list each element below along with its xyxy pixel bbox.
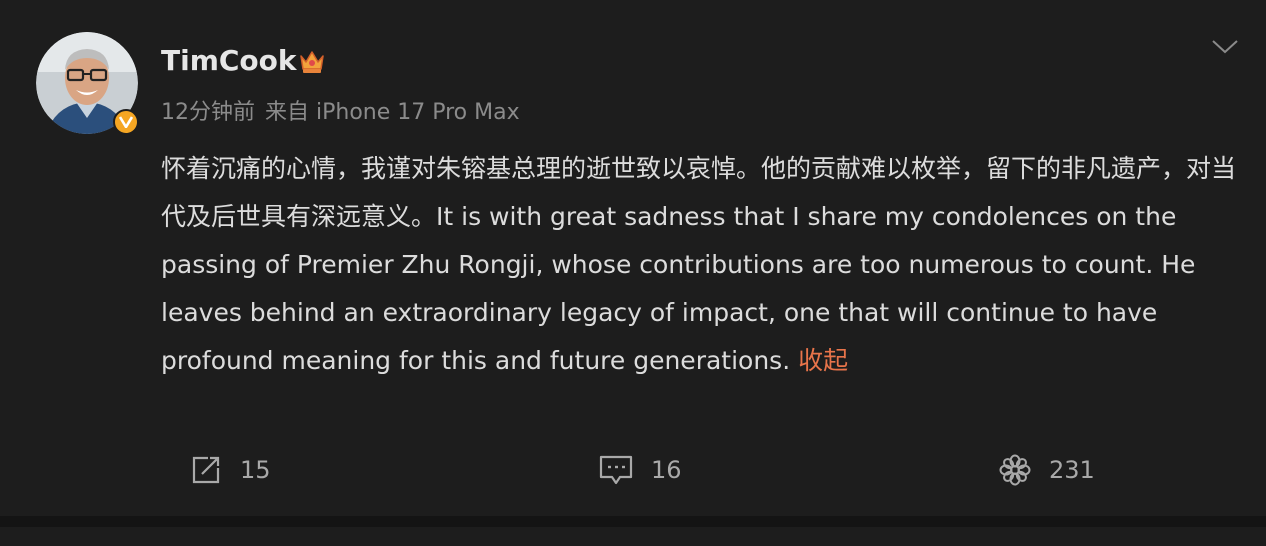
chevron-down-icon[interactable] (1210, 36, 1240, 56)
verified-badge-icon (113, 109, 139, 135)
post-meta: 12分钟前 来自 iPhone 17 Pro Max (161, 94, 520, 126)
flower-like-icon (999, 454, 1031, 486)
repost-count: 15 (240, 456, 271, 484)
next-post-card (0, 527, 1266, 546)
comment-icon (599, 455, 633, 485)
avatar[interactable] (36, 32, 139, 135)
action-bar: 15 16 231 (0, 450, 1266, 490)
share-icon (192, 456, 220, 484)
collapse-link[interactable]: 收起 (798, 346, 848, 375)
comment-count: 16 (651, 456, 682, 484)
post-body: 怀着沉痛的心情，我谨对朱镕基总理的逝世致以哀悼。他的贡献难以枚举，留下的非凡遗产… (161, 154, 1237, 375)
post-time: 12分钟前 (161, 100, 255, 125)
like-button[interactable]: 231 (999, 450, 1095, 490)
post-source: 来自 iPhone 17 Pro Max (265, 100, 520, 125)
crown-icon[interactable] (297, 46, 327, 76)
post-card: TimCook 12分钟前 来自 iPhone 17 Pro Max 怀着沉痛的心… (0, 0, 1266, 516)
comment-button[interactable]: 16 (599, 450, 682, 490)
repost-button[interactable]: 15 (190, 450, 271, 490)
like-count: 231 (1049, 456, 1095, 484)
username[interactable]: TimCook (161, 44, 297, 77)
post-text: 怀着沉痛的心情，我谨对朱镕基总理的逝世致以哀悼。他的贡献难以枚举，留下的非凡遗产… (161, 145, 1241, 385)
